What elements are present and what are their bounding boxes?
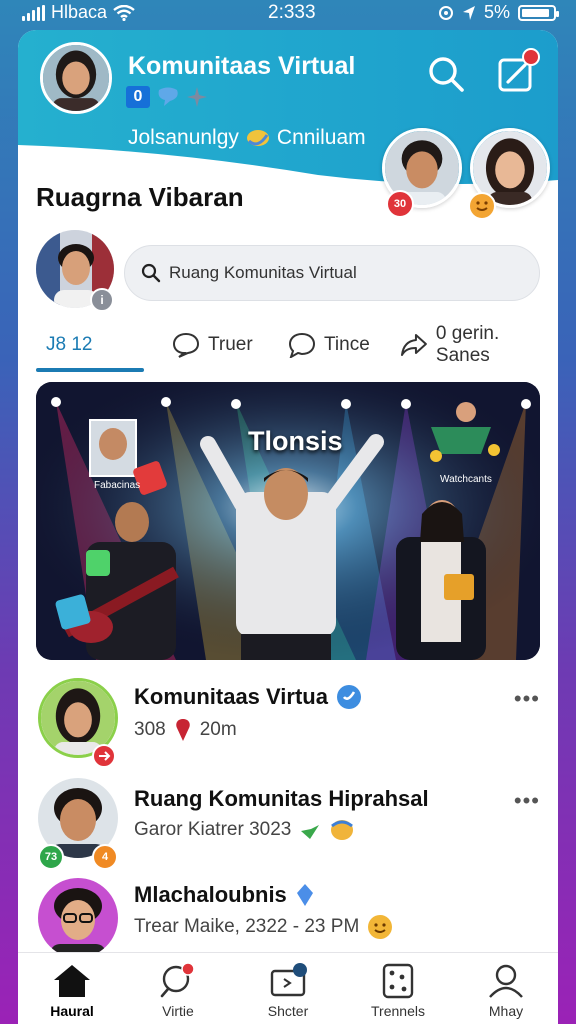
section-title: Ruagrna Vibaran [36, 182, 244, 212]
nav-search[interactable]: Virtie [138, 963, 218, 1019]
compose-button[interactable] [494, 48, 540, 96]
list-item-meta: Garor Kiatrer 3023 [134, 818, 355, 842]
app-card: Komunitaas Virtual 0 Jolsanunlgy Cnnilua… [18, 30, 558, 1024]
hero-right-tag: Watchcants [440, 474, 492, 485]
list-status-badge [92, 744, 116, 768]
tab-shares[interactable]: 0 gerin. Sanes [400, 320, 558, 370]
nav-home[interactable]: Haural [32, 963, 112, 1019]
tab-label: 0 gerin. Sanes [435, 323, 500, 366]
featured-event-image[interactable]: Tlonsis Fabacinas Watchcants [36, 382, 540, 660]
tab-members[interactable]: J8 12 [46, 320, 92, 370]
nav-label: Mhay [488, 1003, 524, 1019]
active-tab-indicator [36, 368, 144, 372]
bottom-navigation: Haural Virtie Shcter Trennels Mhay [18, 952, 558, 1024]
list-item-title: Ruang Komunitas Hiprahsal [134, 786, 429, 812]
wifi-icon [113, 4, 135, 21]
carrier-label: Hlbaca [51, 2, 108, 22]
alarm-icon [438, 5, 453, 20]
battery-icon [518, 4, 559, 21]
verified-icon [336, 685, 361, 709]
list-badge-right: 4 [92, 844, 118, 870]
sparkle-icon [187, 87, 207, 107]
subtitle-text: Jolsanunlgy [128, 126, 239, 149]
list-item-subtitle: Garor Kiatrer 3023 [134, 819, 292, 840]
battery-percent: 5% [483, 2, 510, 22]
leaf-icon [301, 825, 320, 839]
list-item[interactable]: Komunitaas Virtua 308 20m ••• [18, 674, 558, 774]
search-icon [429, 57, 464, 92]
header-badges: 0 [126, 86, 208, 108]
more-options-button[interactable]: ••• [514, 788, 540, 814]
emoji-icon [246, 130, 269, 146]
signal-icon [22, 4, 45, 21]
nav-label: Haural [50, 1003, 94, 1019]
more-options-button[interactable]: ••• [514, 686, 540, 712]
smile-icon [368, 915, 393, 939]
nav-tv[interactable]: Shcter [248, 963, 328, 1019]
dice-icon [382, 963, 414, 999]
subtitle-text-2: Cnniluam [276, 126, 366, 149]
chat-bubble-icon [158, 87, 178, 106]
tab-replies[interactable]: Tince [288, 320, 370, 370]
member-count: 308 [134, 719, 166, 740]
list-item-subtitle: Trear Maike, 2322 - 23 PM [134, 916, 360, 937]
list-item-title-text: Komunitaas Virtua [134, 684, 328, 709]
tab-bar: J8 12 Truer Tince 0 gerin. Sanes [18, 320, 558, 376]
nav-label: Trennels [371, 1003, 425, 1019]
nav-label: Shcter [267, 1003, 309, 1019]
status-bar: Hlbaca 2:333 5% [0, 0, 576, 26]
tab-label: Tince [324, 334, 370, 355]
chat-icon [288, 332, 316, 358]
search-icon [160, 963, 195, 998]
count-badge: 0 [126, 86, 150, 108]
header-subtitle: Jolsanunlgy Cnniluam [128, 126, 366, 150]
time-ago: 20m [199, 719, 237, 740]
list-item[interactable]: 73 4 Ruang Komunitas Hiprahsal Garor Kia… [18, 776, 558, 876]
pin-icon [175, 719, 190, 741]
tv-icon [270, 963, 307, 997]
community-title: Komunitaas Virtual [128, 52, 356, 80]
list-item-title: Komunitaas Virtua [134, 684, 362, 710]
hero-caption: Tlonsis [248, 426, 343, 456]
tab-label: J8 12 [46, 334, 93, 355]
share-icon [400, 334, 427, 356]
stage-illustration [36, 382, 540, 660]
search-icon [141, 263, 161, 283]
list-avatar [38, 878, 118, 958]
tab-label: Truer [208, 334, 253, 355]
arrow-icon [99, 751, 111, 761]
list-item-title-text: Mlachaloubnis [134, 882, 287, 907]
list-badge-left: 73 [38, 844, 64, 870]
list-item-meta: Trear Maike, 2322 - 23 PM [134, 914, 393, 940]
list-item-title-text: Ruang Komunitas Hiprahsal [134, 786, 429, 811]
comment-icon [172, 332, 200, 358]
gem-icon [296, 884, 313, 906]
search-bar[interactable]: Ruang Komunitas Virtual [124, 245, 540, 301]
user-avatar-info-badge: i [90, 288, 114, 312]
story-badge-1: 30 [386, 190, 414, 218]
emoji-icon [331, 820, 354, 840]
status-time: 2:333 [268, 2, 316, 23]
search-placeholder: Ruang Komunitas Virtual [169, 263, 357, 282]
nav-channels[interactable]: Trennels [358, 963, 438, 1019]
nav-label: Virtie [162, 1003, 194, 1019]
story-emoji-badge [468, 192, 496, 220]
compose-notification-dot [522, 48, 540, 66]
tab-comments[interactable]: Truer [172, 320, 253, 370]
list-item-title: Mlachaloubnis [134, 882, 315, 908]
nav-profile[interactable]: Mhay [466, 963, 546, 1019]
location-icon [462, 5, 475, 20]
smile-icon [476, 201, 488, 211]
hero-left-tag: Fabacinas [94, 480, 141, 491]
search-button[interactable] [424, 52, 468, 96]
profile-avatar[interactable] [40, 42, 112, 114]
home-icon [54, 965, 90, 997]
list-item-meta: 308 20m [134, 718, 237, 742]
profile-icon [489, 964, 523, 998]
